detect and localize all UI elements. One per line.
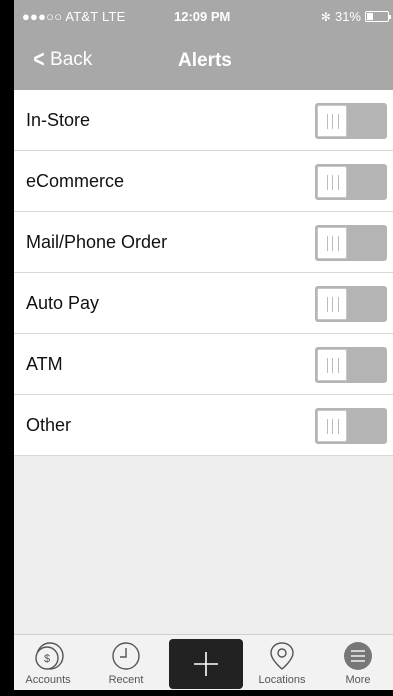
- bottom-edge: [14, 690, 393, 696]
- atm-toggle[interactable]: [315, 347, 387, 383]
- navigation-bar: < Back Alerts: [14, 40, 393, 84]
- back-button[interactable]: < Back: [32, 48, 92, 72]
- dollar-coins-icon: $: [35, 642, 64, 670]
- clock-icon: [112, 642, 140, 670]
- battery-percent: 31%: [334, 9, 361, 24]
- back-label: Back: [50, 49, 93, 70]
- alert-label: In-Store: [26, 110, 91, 130]
- tab-accounts-label: Accounts: [25, 674, 71, 686]
- tab-recent[interactable]: Recent: [96, 639, 156, 689]
- status-right: ✻ 31%: [320, 9, 391, 24]
- tab-more[interactable]: More: [328, 639, 388, 689]
- alert-label: ATM: [26, 354, 63, 374]
- ecommerce-toggle[interactable]: [315, 164, 387, 200]
- tab-recent-label: Recent: [108, 674, 144, 686]
- svg-text:$: $: [44, 653, 50, 665]
- alert-row-in-store: In-Store: [14, 90, 393, 151]
- alert-row-ecommerce: eCommerce: [14, 151, 393, 212]
- bluetooth-icon: ✻: [320, 9, 331, 24]
- alert-label: eCommerce: [26, 171, 125, 191]
- carrier-signal: ●●●○○ AT&T LTE: [22, 9, 126, 24]
- tab-bar: $ Accounts Recent Locations More: [14, 634, 393, 690]
- status-time: 12:09 PM: [174, 9, 231, 24]
- add-button[interactable]: [169, 639, 243, 689]
- alert-row-other: Other: [14, 395, 393, 456]
- mail-phone-order-toggle[interactable]: [315, 225, 387, 261]
- other-toggle[interactable]: [315, 408, 387, 444]
- auto-pay-toggle[interactable]: [315, 286, 387, 322]
- alert-row-mail-phone-order: Mail/Phone Order: [14, 212, 393, 273]
- alert-row-atm: ATM: [14, 334, 393, 395]
- tab-accounts[interactable]: $ Accounts: [18, 639, 78, 689]
- top-bar: ●●●○○ AT&T LTE 12:09 PM ✻ 31% < Back Ale…: [14, 0, 393, 90]
- tab-locations[interactable]: Locations: [252, 639, 312, 689]
- in-store-toggle[interactable]: [315, 103, 387, 139]
- alerts-list: In-Store eCommerce Mail/Phone Order Auto…: [14, 90, 393, 456]
- status-bar: ●●●○○ AT&T LTE 12:09 PM ✻ 31%: [14, 0, 393, 32]
- menu-icon: [344, 642, 372, 670]
- plus-icon: [194, 652, 218, 676]
- alert-label: Auto Pay: [26, 293, 100, 313]
- chevron-left-icon: <: [33, 46, 45, 73]
- phone-screen: ●●●○○ AT&T LTE 12:09 PM ✻ 31% < Back Ale…: [14, 0, 393, 696]
- alert-label: Other: [26, 415, 72, 435]
- battery-icon: [365, 11, 391, 22]
- tab-more-label: More: [345, 674, 371, 686]
- alert-label: Mail/Phone Order: [26, 232, 168, 252]
- page-title: Alerts: [178, 50, 232, 71]
- map-pin-icon: [270, 642, 294, 670]
- tab-locations-label: Locations: [258, 674, 306, 686]
- alert-row-auto-pay: Auto Pay: [14, 273, 393, 334]
